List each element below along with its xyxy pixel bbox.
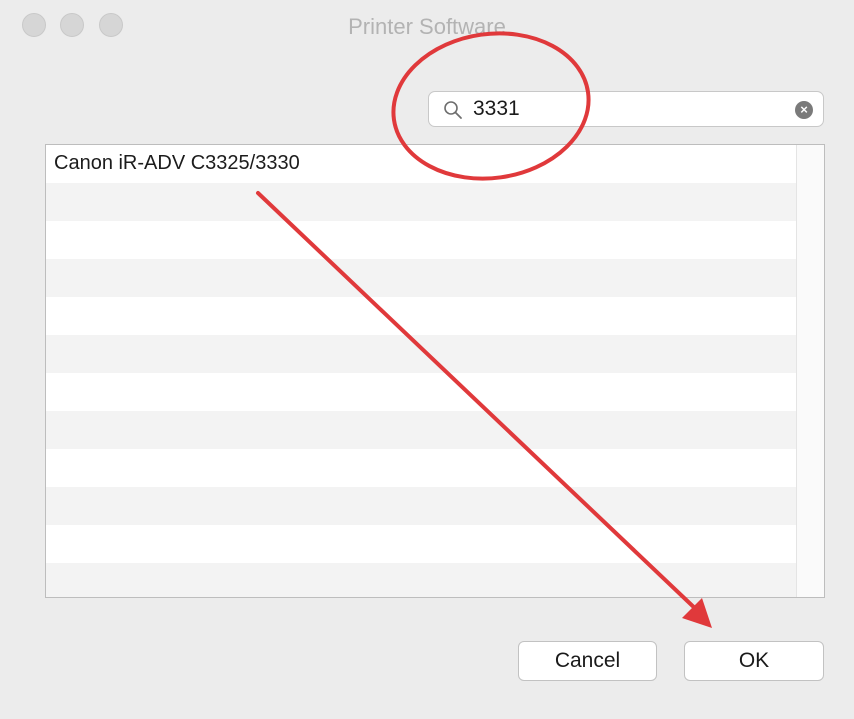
- scrollbar-track[interactable]: [796, 145, 824, 597]
- window-title: Printer Software: [348, 14, 506, 39]
- list-item[interactable]: [46, 297, 796, 335]
- list-item-label: [46, 259, 796, 266]
- list-item[interactable]: [46, 411, 796, 449]
- list-item-label: Canon iR-ADV C3325/3330: [54, 152, 300, 174]
- list-item[interactable]: [46, 373, 796, 411]
- printer-list-rows: Canon iR-ADV C3325/3330: [46, 145, 796, 597]
- list-item[interactable]: [46, 335, 796, 373]
- list-item-label: [46, 563, 796, 570]
- list-item-label: [46, 221, 796, 228]
- search-field[interactable]: 3331 ×: [428, 91, 824, 127]
- list-item-label: [46, 449, 796, 456]
- list-item-label: [46, 525, 796, 532]
- list-item[interactable]: [46, 183, 796, 221]
- list-item-label: [46, 373, 796, 380]
- search-value[interactable]: 3331: [473, 97, 520, 121]
- list-item[interactable]: [46, 221, 796, 259]
- list-item[interactable]: Canon iR-ADV C3325/3330: [46, 145, 796, 183]
- list-item-label: [46, 297, 796, 304]
- list-item[interactable]: [46, 563, 796, 597]
- ok-button[interactable]: OK: [684, 641, 824, 681]
- list-item[interactable]: [46, 259, 796, 297]
- list-item[interactable]: [46, 525, 796, 563]
- printer-list[interactable]: Canon iR-ADV C3325/3330: [45, 144, 825, 598]
- magnifier-icon: [444, 101, 462, 119]
- cancel-button[interactable]: Cancel: [518, 641, 657, 681]
- list-item[interactable]: [46, 449, 796, 487]
- list-item-label: [46, 487, 796, 494]
- list-item-label: [46, 411, 796, 418]
- clear-icon[interactable]: ×: [795, 101, 813, 119]
- title-bar: Printer Software: [0, 0, 854, 56]
- printer-software-window: Printer Software 3331 × Canon iR-ADV C33…: [0, 0, 854, 719]
- list-item-label: [46, 335, 796, 342]
- list-item-label: [46, 183, 796, 190]
- arrow-head: [682, 598, 712, 628]
- list-item[interactable]: [46, 487, 796, 525]
